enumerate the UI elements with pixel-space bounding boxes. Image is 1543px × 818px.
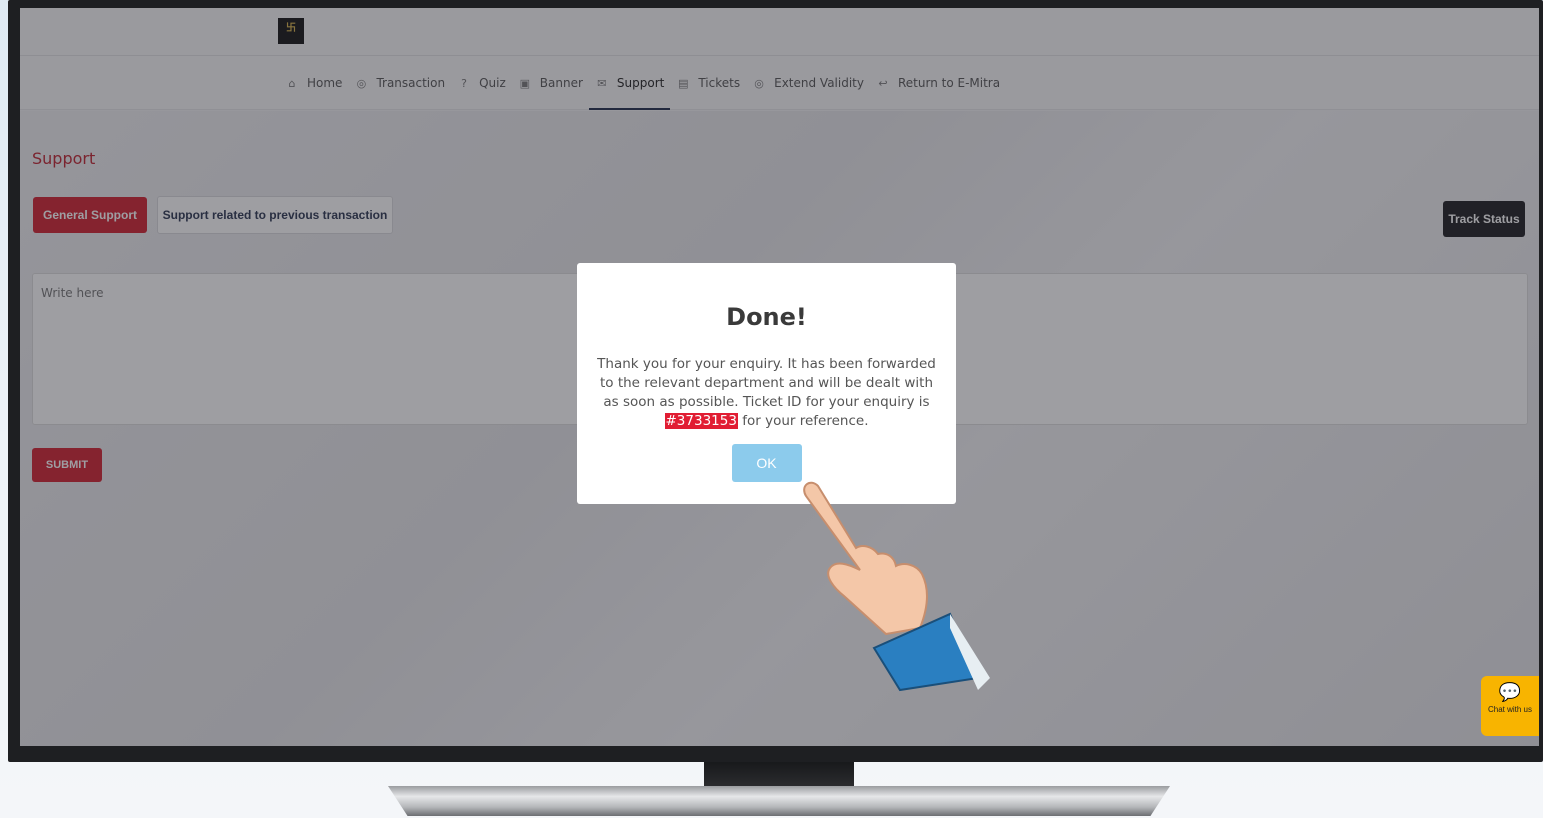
ok-button[interactable]: OK bbox=[731, 444, 802, 482]
chat-icon: 💬 bbox=[1498, 682, 1522, 702]
dialog-text-before: Thank you for your enquiry. It has been … bbox=[597, 356, 936, 410]
dialog-title: Done! bbox=[726, 303, 807, 331]
chat-widget[interactable]: 💬 Chat with us bbox=[1481, 676, 1539, 736]
monitor-frame: 卐 ⌂ Home ◎ Transaction ? Quiz ▣ Banner ✉… bbox=[8, 0, 1543, 762]
monitor-stand-base bbox=[388, 786, 1170, 816]
dialog-message: Thank you for your enquiry. It has been … bbox=[597, 355, 936, 431]
screen: 卐 ⌂ Home ◎ Transaction ? Quiz ▣ Banner ✉… bbox=[20, 8, 1539, 746]
chat-label: Chat with us bbox=[1487, 705, 1533, 714]
ticket-id: #3733153 bbox=[664, 413, 738, 429]
dialog-text-after: for your reference. bbox=[742, 413, 869, 429]
success-dialog: Done! Thank you for your enquiry. It has… bbox=[577, 263, 956, 504]
pointing-hand-icon bbox=[803, 481, 990, 692]
monitor-stand-neck bbox=[704, 762, 854, 788]
